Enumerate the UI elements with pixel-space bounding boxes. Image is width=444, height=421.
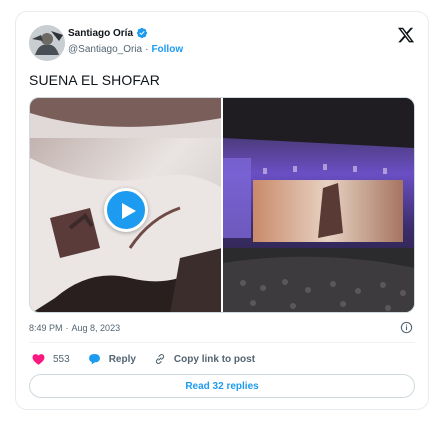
like-count: 553 — [53, 353, 70, 365]
photo-thumbnail[interactable] — [223, 98, 414, 312]
tweet-date: Aug 8, 2023 — [71, 323, 121, 333]
avatar-image — [29, 25, 65, 61]
author-handle[interactable]: @Santiago_Oria — [68, 44, 142, 55]
tweet-text: SUENA EL SHOFAR — [29, 72, 160, 88]
heart-icon — [32, 354, 45, 365]
x-logo-icon[interactable] — [397, 26, 415, 44]
reply-bubble-icon — [88, 354, 100, 365]
play-button[interactable] — [104, 188, 148, 232]
video-thumbnail[interactable] — [30, 98, 221, 312]
read-replies-button[interactable]: Read 32 replies — [29, 374, 415, 398]
copy-link-button[interactable]: Copy link to post — [154, 353, 255, 365]
author-name[interactable]: Santiago Oría — [68, 28, 133, 39]
media-grid — [29, 97, 415, 313]
avatar[interactable] — [29, 25, 65, 61]
info-icon[interactable] — [400, 321, 413, 334]
tweet-timestamp[interactable]: 8:49 PM · Aug 8, 2023 — [29, 323, 120, 333]
play-icon — [122, 203, 136, 219]
tweet-time: 8:49 PM — [29, 323, 63, 333]
divider — [29, 342, 415, 343]
author-block: Santiago Oría @Santiago_Oria · Follow — [68, 27, 183, 56]
reply-button[interactable]: Reply — [88, 353, 136, 365]
copy-link-label: Copy link to post — [173, 353, 256, 365]
date-separator: · — [65, 323, 69, 333]
verified-badge-icon — [136, 27, 148, 39]
stage-photo — [223, 98, 414, 312]
follow-button[interactable]: Follow — [151, 44, 183, 55]
link-icon — [155, 354, 164, 364]
tweet-card: Santiago Oría @Santiago_Oria · Follow SU… — [15, 11, 429, 410]
handle-separator: · — [145, 44, 149, 55]
like-button[interactable]: 553 — [32, 353, 70, 365]
reply-label: Reply — [108, 353, 136, 365]
action-bar: 553 Reply Copy link to post — [32, 353, 255, 365]
